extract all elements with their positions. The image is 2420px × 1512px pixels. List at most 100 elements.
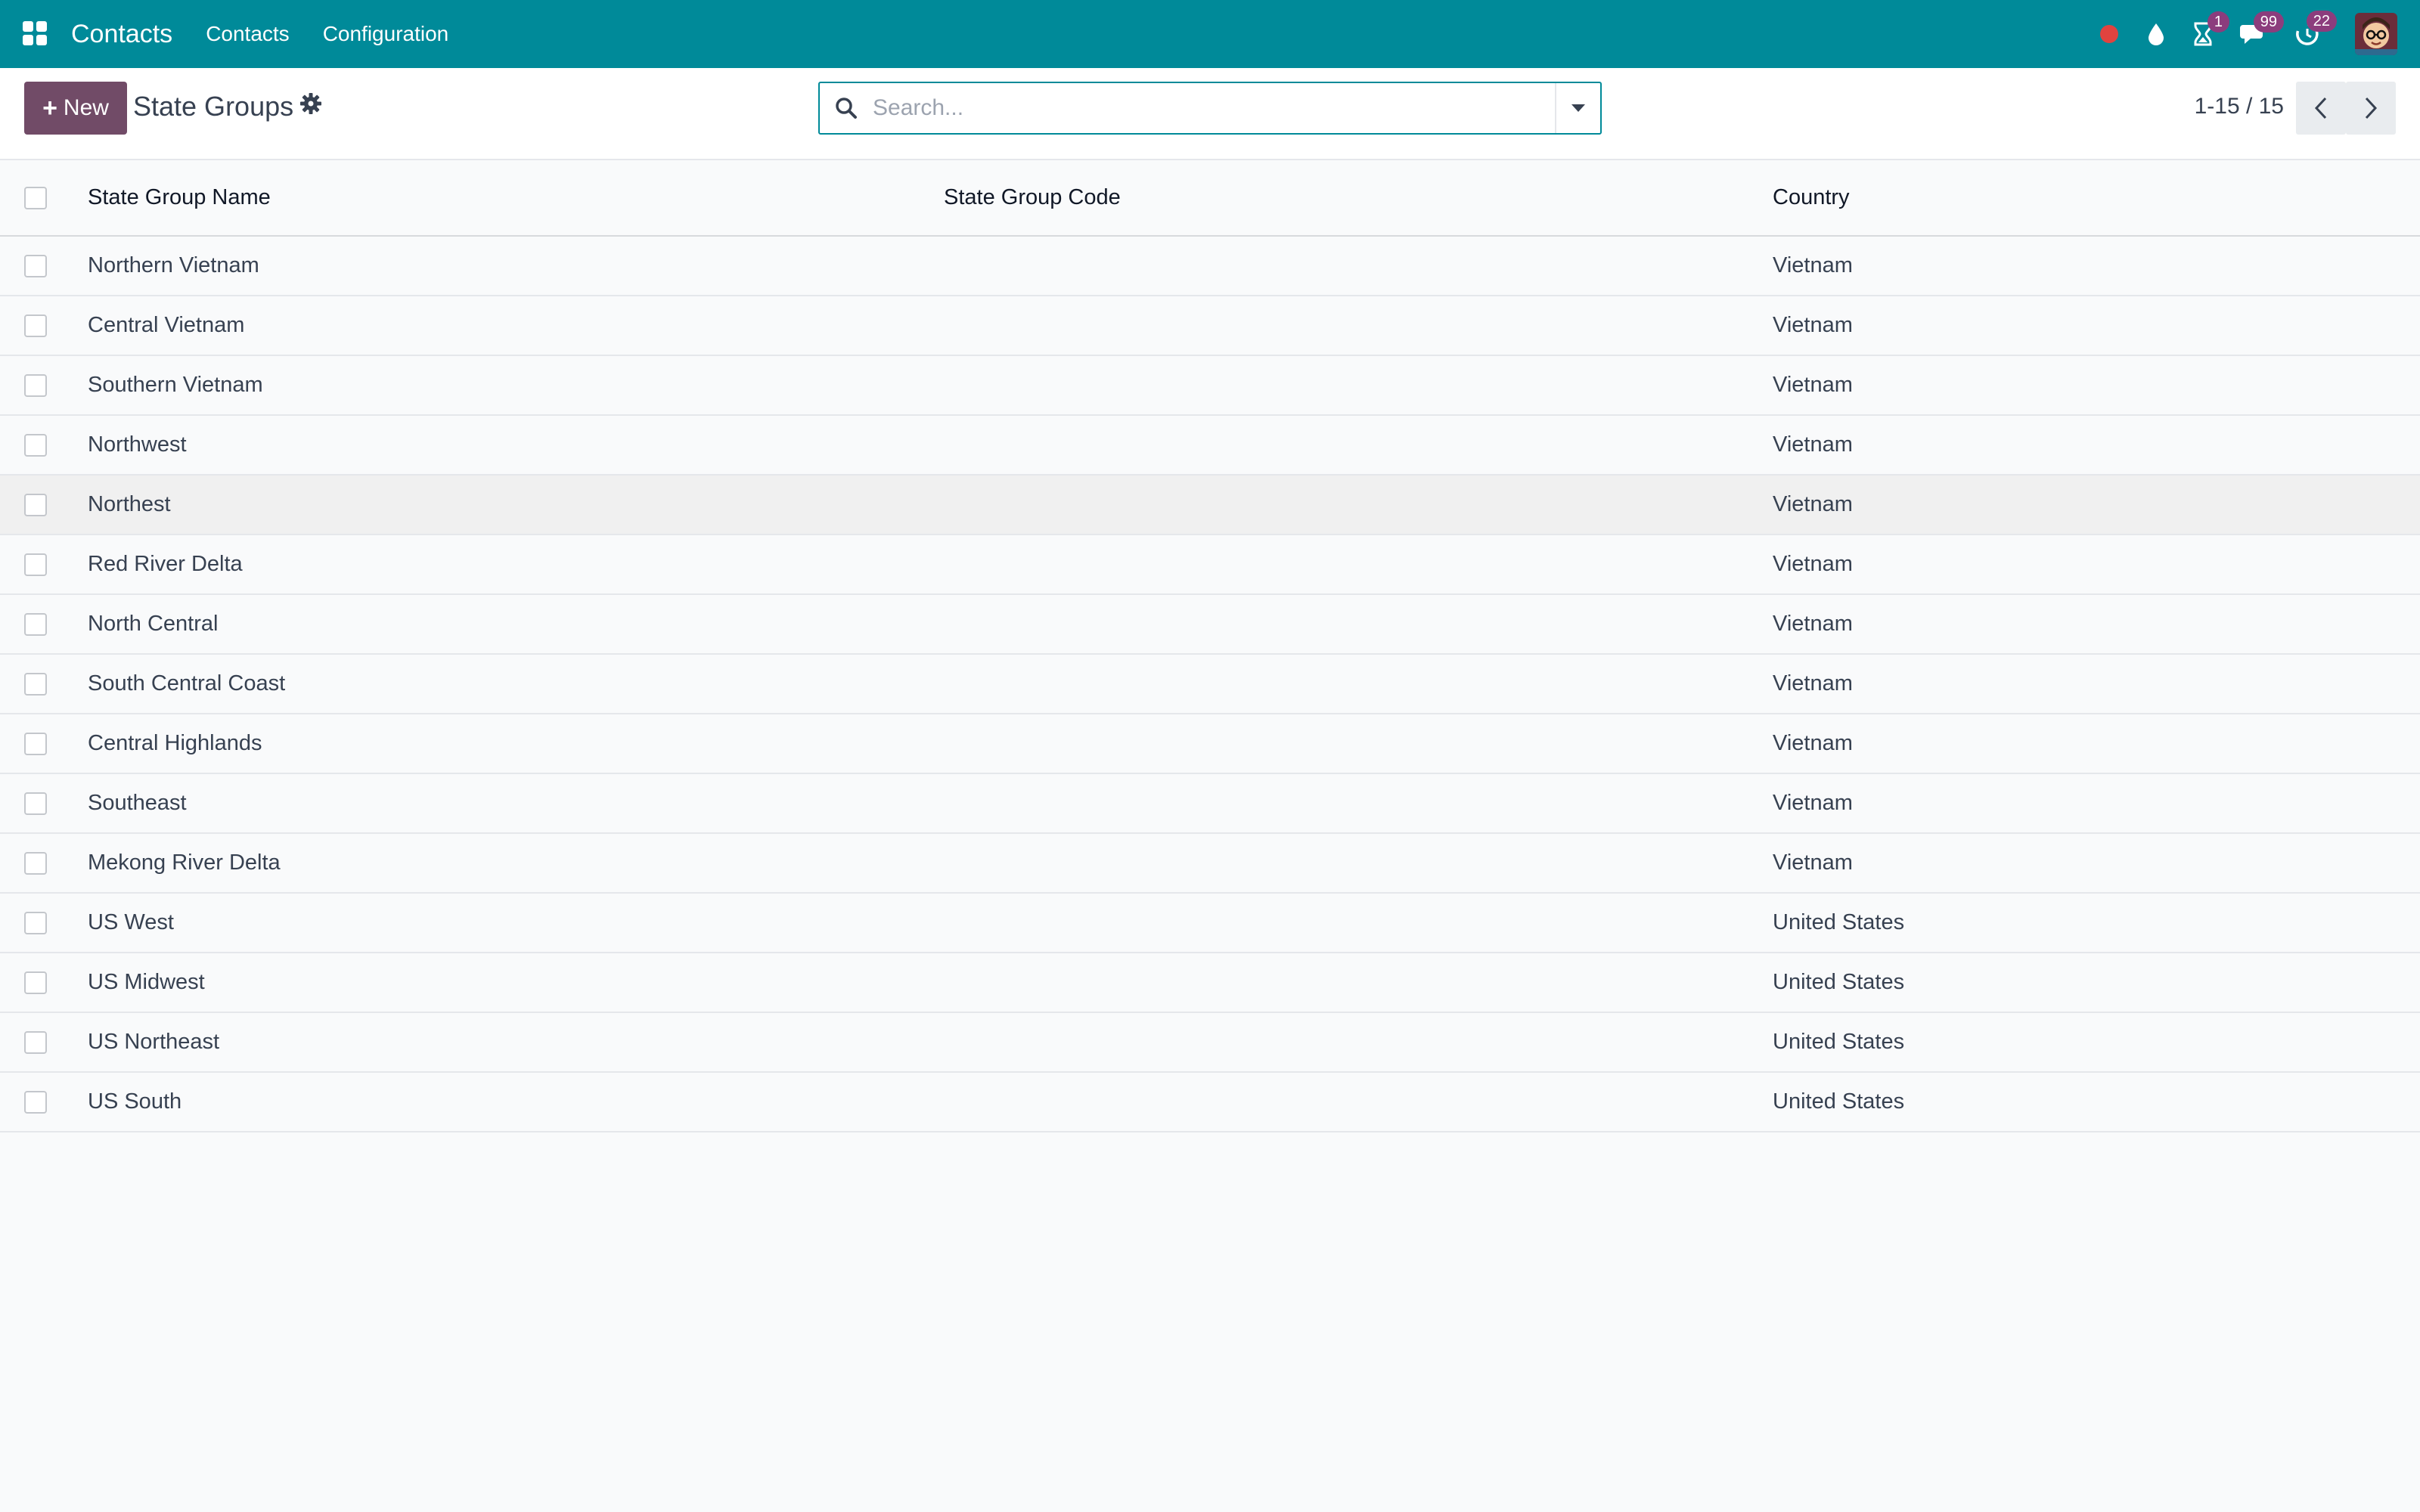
table-row[interactable]: US Northeast United States — [0, 1012, 2420, 1073]
pager-next-button[interactable] — [2346, 82, 2396, 135]
row-checkbox[interactable] — [24, 374, 47, 398]
cell-state-group-code[interactable] — [944, 475, 1773, 535]
cell-country[interactable]: Vietnam — [1773, 415, 2420, 476]
cell-state-group-code[interactable] — [944, 534, 1773, 595]
cell-state-group-code[interactable] — [944, 773, 1773, 834]
drop-icon[interactable] — [2146, 22, 2166, 46]
cell-state-group-code[interactable] — [944, 355, 1773, 416]
cell-state-group-name[interactable]: US West — [88, 893, 944, 953]
select-all-checkbox[interactable] — [24, 187, 47, 210]
cell-state-group-name[interactable]: US South — [88, 1072, 944, 1132]
cell-state-group-name[interactable]: Northest — [88, 475, 944, 535]
row-checkbox[interactable] — [24, 971, 47, 995]
cell-state-group-code[interactable] — [944, 714, 1773, 774]
cell-state-group-name[interactable]: Southern Vietnam — [88, 355, 944, 416]
table-row[interactable]: US South United States — [0, 1072, 2420, 1132]
cell-state-group-code[interactable] — [944, 594, 1773, 655]
row-checkbox[interactable] — [24, 673, 47, 696]
row-select-cell — [0, 415, 88, 476]
table-row[interactable]: Central Highlands Vietnam — [0, 714, 2420, 774]
messages-button[interactable]: 99 — [2240, 11, 2284, 46]
row-checkbox[interactable] — [24, 553, 47, 577]
table-row[interactable]: Mekong River Delta Vietnam — [0, 833, 2420, 894]
cell-state-group-name[interactable]: Red River Delta — [88, 534, 944, 595]
pager-previous-button[interactable] — [2296, 82, 2346, 135]
cell-state-group-code[interactable] — [944, 953, 1773, 1013]
updates-button[interactable]: 22 — [2294, 11, 2337, 47]
table-row[interactable]: Northwest Vietnam — [0, 415, 2420, 476]
record-dot-icon[interactable] — [2099, 24, 2119, 44]
cell-country[interactable]: Vietnam — [1773, 236, 2420, 296]
cell-state-group-name[interactable]: Mekong River Delta — [88, 833, 944, 894]
cell-country[interactable]: Vietnam — [1773, 773, 2420, 834]
row-select-cell — [0, 953, 88, 1013]
cell-state-group-code[interactable] — [944, 296, 1773, 356]
cell-country[interactable]: United States — [1773, 893, 2420, 953]
user-avatar[interactable] — [2355, 13, 2397, 55]
row-checkbox[interactable] — [24, 314, 47, 338]
cell-state-group-name[interactable]: US Midwest — [88, 953, 944, 1013]
row-checkbox[interactable] — [24, 1031, 47, 1055]
row-checkbox[interactable] — [24, 792, 47, 816]
cell-state-group-name[interactable]: Northern Vietnam — [88, 236, 944, 296]
cell-state-group-code[interactable] — [944, 833, 1773, 894]
cell-country[interactable]: United States — [1773, 1072, 2420, 1132]
cell-country[interactable]: United States — [1773, 1012, 2420, 1073]
cell-state-group-name[interactable]: Central Vietnam — [88, 296, 944, 356]
table-row[interactable]: Southern Vietnam Vietnam — [0, 355, 2420, 416]
table-row[interactable]: US Midwest United States — [0, 953, 2420, 1013]
cell-state-group-name[interactable]: US Northeast — [88, 1012, 944, 1073]
select-all-cell — [0, 160, 88, 237]
cell-country[interactable]: Vietnam — [1773, 475, 2420, 535]
app-brand[interactable]: Contacts — [71, 20, 172, 49]
cell-state-group-code[interactable] — [944, 236, 1773, 296]
table-row[interactable]: US West United States — [0, 893, 2420, 953]
search-input[interactable] — [873, 85, 1555, 131]
cell-country[interactable]: Vietnam — [1773, 296, 2420, 356]
column-header-country[interactable]: Country — [1773, 160, 2420, 237]
search-options-toggle[interactable] — [1555, 83, 1600, 133]
row-checkbox[interactable] — [24, 852, 47, 875]
new-button[interactable]: + New — [24, 82, 127, 135]
row-select-cell — [0, 893, 88, 953]
row-checkbox[interactable] — [24, 733, 47, 756]
cell-state-group-name[interactable]: Southeast — [88, 773, 944, 834]
menu-contacts[interactable]: Contacts — [206, 22, 290, 46]
column-header-name[interactable]: State Group Name — [88, 160, 944, 237]
table-row[interactable]: North Central Vietnam — [0, 594, 2420, 655]
row-checkbox[interactable] — [24, 434, 47, 457]
row-checkbox[interactable] — [24, 255, 47, 278]
table-row[interactable]: Northest Vietnam — [0, 475, 2420, 535]
row-checkbox[interactable] — [24, 1091, 47, 1114]
cell-country[interactable]: Vietnam — [1773, 594, 2420, 655]
table-row[interactable]: Central Vietnam Vietnam — [0, 296, 2420, 356]
cell-state-group-name[interactable]: Northwest — [88, 415, 944, 476]
cell-state-group-code[interactable] — [944, 1012, 1773, 1073]
cell-country[interactable]: Vietnam — [1773, 833, 2420, 894]
cell-country[interactable]: Vietnam — [1773, 355, 2420, 416]
cell-state-group-code[interactable] — [944, 1072, 1773, 1132]
cell-state-group-name[interactable]: South Central Coast — [88, 654, 944, 714]
cell-state-group-name[interactable]: Central Highlands — [88, 714, 944, 774]
table-row[interactable]: South Central Coast Vietnam — [0, 654, 2420, 714]
cell-country[interactable]: Vietnam — [1773, 534, 2420, 595]
table-row[interactable]: Southeast Vietnam — [0, 773, 2420, 834]
activity-button[interactable]: 1 — [2193, 11, 2229, 46]
row-checkbox[interactable] — [24, 912, 47, 935]
cell-state-group-code[interactable] — [944, 893, 1773, 953]
table-row[interactable]: Red River Delta Vietnam — [0, 534, 2420, 595]
menu-configuration[interactable]: Configuration — [323, 22, 449, 46]
cell-country[interactable]: Vietnam — [1773, 654, 2420, 714]
column-header-code[interactable]: State Group Code — [944, 160, 1773, 237]
cell-country[interactable]: United States — [1773, 953, 2420, 1013]
cell-state-group-code[interactable] — [944, 415, 1773, 476]
cell-country[interactable]: Vietnam — [1773, 714, 2420, 774]
cell-state-group-name[interactable]: North Central — [88, 594, 944, 655]
table-row[interactable]: Northern Vietnam Vietnam — [0, 236, 2420, 296]
row-checkbox[interactable] — [24, 613, 47, 637]
gear-icon[interactable] — [299, 92, 322, 119]
pager-value[interactable]: 1-15 / 15 — [2195, 94, 2284, 119]
row-checkbox[interactable] — [24, 494, 47, 517]
apps-grid-icon[interactable] — [23, 21, 48, 47]
cell-state-group-code[interactable] — [944, 654, 1773, 714]
